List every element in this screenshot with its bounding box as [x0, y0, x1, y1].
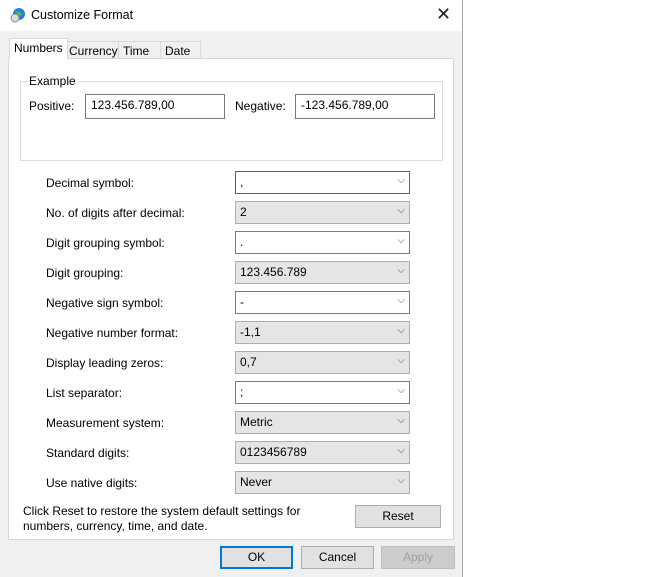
tab-currency[interactable]: Currency — [64, 41, 119, 59]
setting-value: -1,1 — [240, 325, 261, 339]
setting-label: List separator: — [46, 386, 123, 400]
cancel-button[interactable]: Cancel — [301, 546, 374, 569]
setting-value: 0,7 — [240, 355, 257, 369]
example-group — [20, 81, 443, 161]
negative-example: -123.456.789,00 — [295, 94, 435, 119]
reset-button[interactable]: Reset — [355, 505, 441, 528]
setting-combo[interactable]: - ⌵ — [235, 291, 410, 314]
setting-label: Display leading zeros: — [46, 356, 164, 370]
chevron-down-icon[interactable]: ⌵ — [397, 325, 405, 336]
example-label: Example — [27, 74, 78, 88]
setting-label: Negative sign symbol: — [46, 296, 164, 310]
tab-numbers[interactable]: Numbers — [9, 38, 68, 59]
setting-value: ; — [240, 385, 244, 399]
chevron-down-icon[interactable]: ⌵ — [397, 175, 405, 186]
chevron-down-icon[interactable]: ⌵ — [397, 235, 405, 246]
globe-clock-icon — [10, 8, 25, 23]
setting-label: No. of digits after decimal: — [46, 206, 185, 220]
chevron-down-icon[interactable]: ⌵ — [397, 475, 405, 486]
setting-value: 0123456789 — [240, 445, 307, 459]
chevron-down-icon[interactable]: ⌵ — [397, 415, 405, 426]
reset-hint: Click Reset to restore the system defaul… — [23, 504, 301, 533]
positive-label: Positive: — [29, 99, 75, 113]
setting-combo[interactable]: , ⌵ — [235, 171, 410, 194]
setting-combo[interactable]: Metric ⌵ — [235, 411, 410, 434]
setting-combo[interactable]: 2 ⌵ — [235, 201, 410, 224]
setting-label: Digit grouping: — [46, 266, 124, 280]
setting-label: Decimal symbol: — [46, 176, 135, 190]
setting-value: - — [240, 295, 244, 309]
tab-time[interactable]: Time — [118, 41, 161, 59]
setting-combo[interactable]: . ⌵ — [235, 231, 410, 254]
setting-combo[interactable]: Never ⌵ — [235, 471, 410, 494]
setting-combo[interactable]: ; ⌵ — [235, 381, 410, 404]
chevron-down-icon[interactable]: ⌵ — [397, 385, 405, 396]
setting-label: Use native digits: — [46, 476, 138, 490]
customize-format-dialog: Customize Format ✕ Numbers Currency Time… — [0, 0, 463, 577]
negative-label: Negative: — [235, 99, 286, 113]
setting-combo[interactable]: 0,7 ⌵ — [235, 351, 410, 374]
setting-label: Digit grouping symbol: — [46, 236, 165, 250]
chevron-down-icon[interactable]: ⌵ — [397, 445, 405, 456]
setting-label: Standard digits: — [46, 446, 130, 460]
tab-date[interactable]: Date — [160, 41, 201, 59]
setting-combo[interactable]: -1,1 ⌵ — [235, 321, 410, 344]
setting-value: 2 — [240, 205, 247, 219]
close-icon[interactable]: ✕ — [436, 4, 451, 25]
setting-value: , — [240, 175, 244, 189]
chevron-down-icon[interactable]: ⌵ — [397, 205, 405, 216]
title-bar: Customize Format ✕ — [0, 0, 462, 31]
setting-value: 123.456.789 — [240, 265, 307, 279]
setting-label: Measurement system: — [46, 416, 165, 430]
setting-label: Negative number format: — [46, 326, 179, 340]
window-title: Customize Format — [31, 8, 134, 22]
setting-combo[interactable]: 0123456789 ⌵ — [235, 441, 410, 464]
setting-value: . — [240, 235, 244, 249]
apply-button[interactable]: Apply — [381, 546, 455, 569]
setting-value: Metric — [240, 415, 273, 429]
setting-combo[interactable]: 123.456.789 ⌵ — [235, 261, 410, 284]
setting-value: Never — [240, 475, 273, 489]
positive-example: 123.456.789,00 — [85, 94, 225, 119]
chevron-down-icon[interactable]: ⌵ — [397, 355, 405, 366]
chevron-down-icon[interactable]: ⌵ — [397, 295, 405, 306]
chevron-down-icon[interactable]: ⌵ — [397, 265, 405, 276]
ok-button[interactable]: OK — [220, 546, 293, 569]
